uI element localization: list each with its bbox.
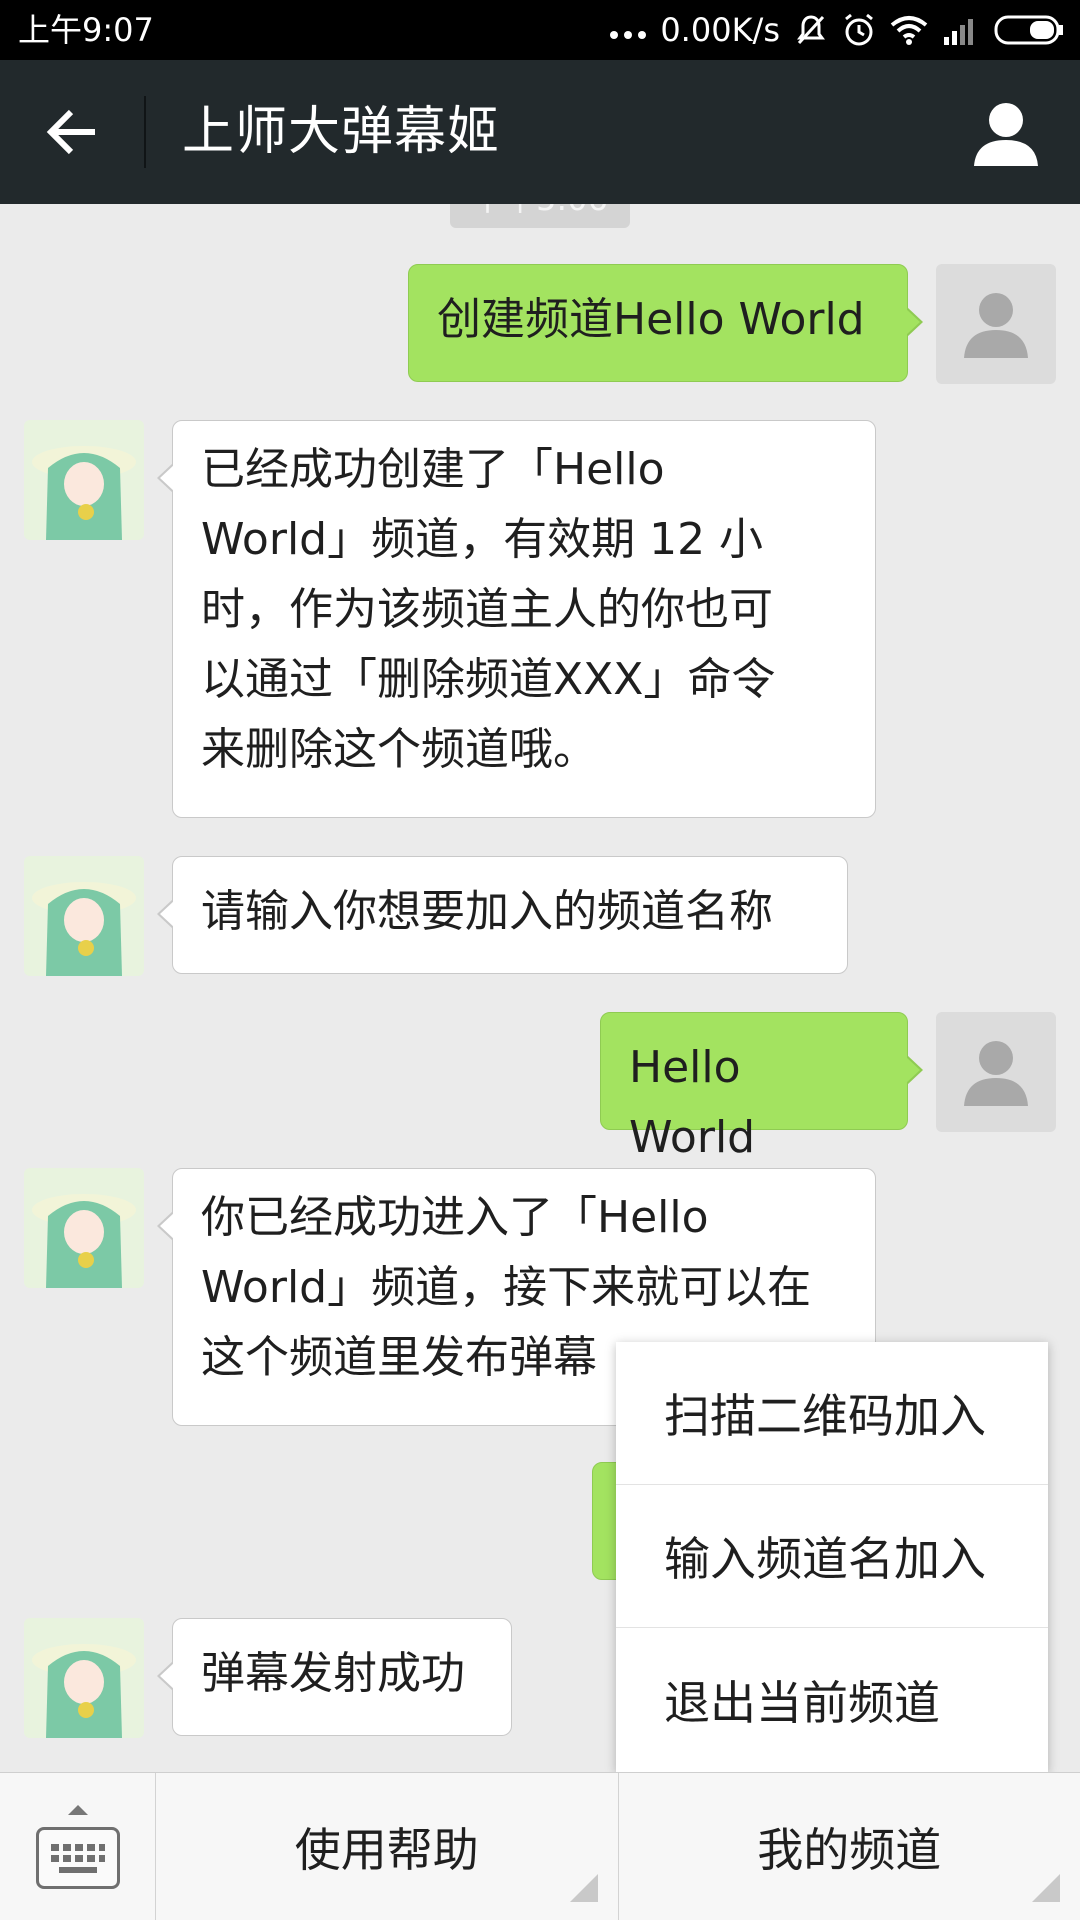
person-icon (974, 103, 1038, 166)
mute-bell-icon (794, 13, 828, 47)
back-button[interactable] (30, 96, 114, 168)
wifi-icon (890, 15, 928, 45)
status-bar: 上午9:07 0.00K/s (0, 0, 1080, 60)
message-line: 你已经成功进入了「Hello (201, 1192, 709, 1243)
bot-message-bubble[interactable]: 请输入你想要加入的频道名称 (157, 856, 848, 974)
message-text: 创建频道Hello World (437, 294, 865, 345)
bottom-menu-bar: 使用帮助 我的频道 (0, 1772, 1080, 1920)
alarm-clock-icon (842, 13, 876, 47)
help-menu-button[interactable]: 使用帮助 (156, 1773, 619, 1920)
status-icons: 0.00K/s (610, 10, 1066, 50)
message-line: 来删除这个频道哦。 (201, 724, 597, 775)
message-text: Hello World (629, 1042, 756, 1163)
bot-avatar[interactable] (24, 856, 144, 976)
help-menu-label: 使用帮助 (294, 1822, 479, 1877)
menu-item-enter-channel-name[interactable]: 输入频道名加入 (616, 1485, 1048, 1628)
message-line: 时，作为该频道主人的你也可 (201, 584, 773, 635)
user-message-bubble[interactable]: Hello World (600, 1012, 923, 1163)
more-notifications-icon (610, 31, 647, 39)
menu-item-scan-qr[interactable]: 扫描二维码加入 (616, 1342, 1048, 1485)
network-speed: 0.00K/s (660, 11, 780, 49)
my-channel-menu-button[interactable]: 我的频道 (619, 1773, 1080, 1920)
my-channel-menu-label: 我的频道 (757, 1822, 942, 1877)
channel-popup-menu: 扫描二维码加入 输入频道名加入 退出当前频道 (616, 1342, 1048, 1772)
title-bar: 上师大弹幕姬 (0, 60, 1080, 204)
message-text: 请输入你想要加入的频道名称 (201, 886, 773, 937)
bot-message-bubble[interactable]: 弹幕发射成功 (157, 1618, 512, 1736)
message-line: 已经成功创建了「Hello (201, 444, 665, 495)
message-line: World」频道，接下来就可以在 (201, 1262, 812, 1313)
keyboard-icon (36, 1827, 120, 1889)
page-title: 上师大弹幕姬 (182, 102, 501, 162)
bot-message-bubble[interactable]: 已经成功创建了「Hello World」频道，有效期 12 小 时，作为该频道主… (157, 420, 876, 818)
back-arrow-icon (46, 109, 95, 155)
bot-avatar[interactable] (24, 1618, 144, 1738)
profile-button[interactable] (972, 100, 1040, 168)
message-line: 以通过「删除频道XXX」命令 (201, 654, 776, 705)
user-message-bubble[interactable]: 创建频道Hello World (408, 264, 923, 382)
title-divider (144, 96, 146, 168)
bot-avatar[interactable] (24, 420, 144, 540)
submenu-indicator-icon (569, 1874, 598, 1902)
menu-item-exit-channel[interactable]: 退出当前频道 (616, 1628, 1048, 1771)
status-time: 上午9:07 (18, 11, 154, 49)
keyboard-toggle-button[interactable] (0, 1773, 156, 1920)
user-avatar[interactable] (936, 264, 1056, 384)
user-avatar[interactable] (936, 1012, 1056, 1132)
default-person-icon (964, 293, 1028, 358)
message-text: 弹幕发射成功 (201, 1648, 465, 1699)
signal-icon (942, 15, 980, 45)
battery-icon (994, 15, 1066, 45)
message-line: World」频道，有效期 12 小 (201, 514, 764, 565)
message-timestamp: 下午5:06 (450, 204, 630, 228)
submenu-indicator-icon (1032, 1874, 1060, 1902)
caret-up-icon (68, 1805, 88, 1815)
default-person-icon (964, 1041, 1028, 1106)
bot-avatar[interactable] (24, 1168, 144, 1288)
